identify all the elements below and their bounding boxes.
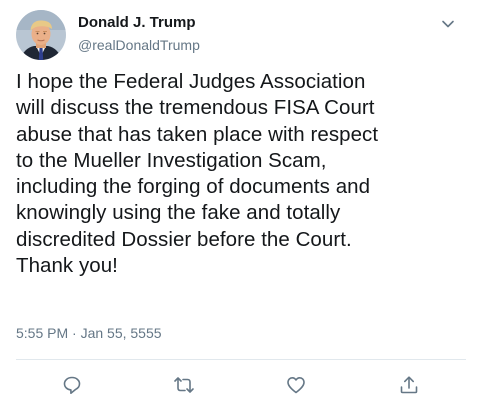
like-icon bbox=[287, 377, 305, 394]
retweet-icon bbox=[174, 377, 194, 393]
tweet-card: Donald J. Trump @realDonaldTrump I hope … bbox=[0, 0, 480, 410]
tweet-timestamp[interactable]: 5:55 PM · Jan 55, 5555 bbox=[16, 324, 162, 342]
avatar-image bbox=[16, 10, 66, 60]
avatar[interactable] bbox=[16, 10, 66, 60]
user-handle[interactable]: @realDonaldTrump bbox=[78, 36, 200, 54]
like-button[interactable] bbox=[282, 372, 310, 398]
reply-icon bbox=[63, 376, 81, 394]
reply-button[interactable] bbox=[58, 372, 86, 398]
chevron-down-icon bbox=[442, 20, 454, 28]
share-icon bbox=[400, 376, 418, 394]
divider bbox=[16, 359, 466, 360]
tweet-text: I hope the Federal Judges Association wi… bbox=[16, 70, 379, 278]
share-button[interactable] bbox=[395, 372, 423, 398]
retweet-button[interactable] bbox=[170, 372, 198, 398]
tweet-menu-button[interactable] bbox=[436, 12, 460, 36]
display-name[interactable]: Donald J. Trump bbox=[78, 13, 196, 33]
